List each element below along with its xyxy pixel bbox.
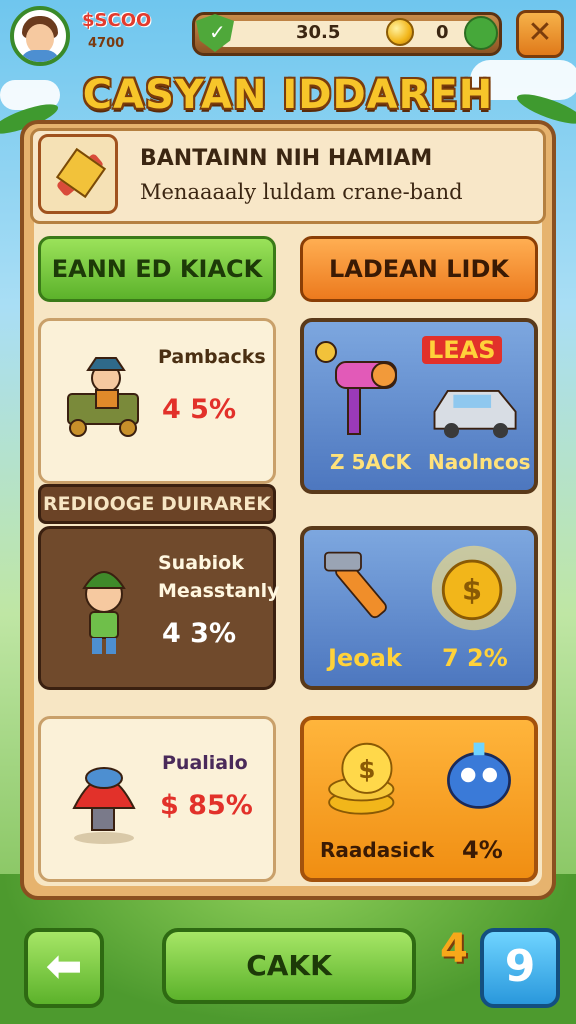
money-sub: 4700 bbox=[88, 36, 125, 51]
item-3-name: Pualialo bbox=[162, 752, 248, 774]
money-amount: $SCOO bbox=[82, 10, 152, 31]
close-button[interactable]: ✕ bbox=[516, 10, 564, 58]
player-avatar[interactable] bbox=[10, 6, 70, 66]
frog-icon[interactable] bbox=[464, 16, 498, 50]
gold-coin-icon: $ bbox=[431, 545, 517, 631]
hammer-icon bbox=[324, 551, 387, 619]
item-2-name-line1: Suabiok bbox=[158, 552, 244, 574]
help-button[interactable]: 9 bbox=[480, 928, 560, 1008]
tab-left-button[interactable]: EANN ED KIACK bbox=[38, 236, 276, 302]
blaster-icon bbox=[315, 341, 397, 435]
robot-icon bbox=[447, 742, 511, 809]
main-action-button[interactable]: CAKK bbox=[162, 928, 416, 1004]
section-label: REDIOOGE DUIRAREK bbox=[38, 484, 276, 524]
header-subtitle: Menaaaaly luldam crane-band bbox=[140, 180, 463, 204]
bell-icon bbox=[72, 767, 136, 844]
svg-text:$: $ bbox=[358, 755, 375, 784]
cart-rider-icon bbox=[67, 357, 139, 437]
item-1-percent: 4 5% bbox=[162, 394, 237, 425]
item-4-label-left: Z 5ACK bbox=[330, 450, 412, 474]
explorer-kid-icon bbox=[82, 571, 126, 654]
tab-right-button[interactable]: LADEAN LIDK bbox=[300, 236, 538, 302]
screen-title: CASYAN IDDAREH bbox=[82, 72, 494, 118]
resource-b-value: 0 bbox=[436, 22, 449, 43]
item-1-name: Pambacks bbox=[158, 346, 266, 368]
item-5-label-right: 7 2% bbox=[442, 644, 508, 672]
coin-stack-icon: $ bbox=[328, 742, 395, 815]
back-button[interactable]: ⬅ bbox=[24, 928, 104, 1008]
item-4-tag: LEAS bbox=[422, 336, 502, 364]
item-6-label-left: Raadasick bbox=[320, 838, 435, 862]
count-badge: 4 bbox=[440, 926, 468, 972]
magic-wand-icon bbox=[38, 134, 118, 214]
item-6-label-right: 4% bbox=[462, 836, 503, 864]
header-title: BANTAINN NIH HAMIAM bbox=[140, 146, 433, 171]
svg-text:$: $ bbox=[462, 573, 482, 607]
resource-bar bbox=[192, 12, 502, 56]
avatar-shirt bbox=[20, 50, 60, 62]
item-2-percent: 4 3% bbox=[162, 618, 237, 649]
car-icon bbox=[433, 390, 517, 439]
item-2-name-line2: Measstanly bbox=[158, 580, 280, 602]
item-3-percent: $ 85% bbox=[160, 790, 253, 821]
item-4-label-right: Naolncos bbox=[428, 450, 531, 474]
coin-icon bbox=[386, 18, 414, 46]
resource-a-value: 30.5 bbox=[296, 22, 341, 43]
item-5-label-left: Jeoak bbox=[328, 644, 402, 672]
